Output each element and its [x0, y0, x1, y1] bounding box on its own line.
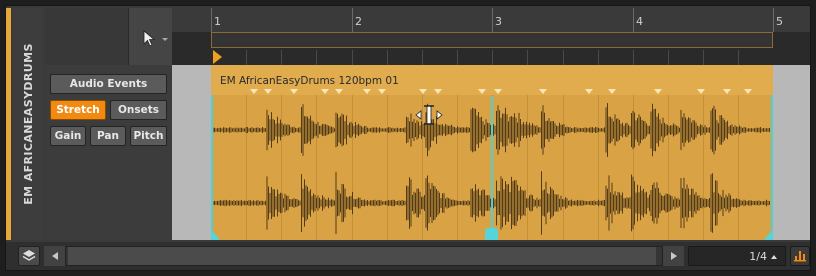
loop-grid-line: [352, 50, 353, 65]
loop-grid-line: [703, 50, 704, 65]
loop-region[interactable]: [211, 32, 773, 48]
loop-grid-line: [563, 50, 564, 65]
pointer-icon: [143, 30, 156, 47]
ruler-bar-3: 3: [495, 15, 502, 28]
ruler-tick: [633, 8, 634, 32]
ruler-tick: [492, 8, 493, 32]
onset-marker[interactable]: [363, 89, 371, 94]
onset-marker[interactable]: [608, 89, 616, 94]
layers-button[interactable]: [18, 246, 40, 266]
onset-marker[interactable]: [335, 89, 343, 94]
loop-grid-line: [598, 50, 599, 65]
clip-start-handle[interactable]: [211, 229, 220, 240]
onset-marker[interactable]: [250, 89, 258, 94]
onset-marker[interactable]: [321, 89, 329, 94]
scroll-left-button[interactable]: [44, 246, 66, 266]
loop-start-marker[interactable]: [213, 50, 222, 64]
ruler-bar-1: 1: [214, 15, 221, 28]
loop-grid-line: [738, 50, 739, 65]
loop-grid-line: [457, 50, 458, 65]
editor-pre-clip: [172, 65, 211, 240]
track-name: EM AFRICANEASYDRUMS: [21, 43, 35, 205]
onset-marker[interactable]: [723, 89, 731, 94]
arrow-right-icon: [671, 252, 677, 260]
loop-grid-line: [281, 50, 282, 65]
track-color-accent: [6, 8, 11, 240]
clip-start-edge[interactable]: [211, 95, 213, 240]
onset-marker[interactable]: [434, 89, 442, 94]
loop-grid-line: [668, 50, 669, 65]
track-name-strip: EM AFRICANEASYDRUMS: [13, 8, 43, 240]
ruler-bar-4: 4: [636, 15, 643, 28]
stretch-marker-line[interactable]: [491, 96, 493, 240]
editor-post-clip: [773, 65, 810, 240]
loop-grid-line: [316, 50, 317, 65]
loop-grid-line: [422, 50, 423, 65]
pan-button[interactable]: Pan: [90, 126, 126, 146]
clip-end-handle[interactable]: [764, 229, 773, 240]
onset-marker[interactable]: [419, 89, 427, 94]
onset-marker[interactable]: [697, 89, 705, 94]
grid-resolution-select[interactable]: 1/4: [688, 246, 786, 266]
onset-marker[interactable]: [744, 89, 752, 94]
clip-title: EM AfricanEasyDrums 120bpm 01: [220, 75, 399, 87]
timeline-ruler[interactable]: 1 2 3 4 5: [172, 8, 810, 32]
loop-grid-line: [527, 50, 528, 65]
ruler-bar-5: 5: [776, 15, 783, 28]
chevron-up-icon: [771, 255, 777, 259]
onset-marker[interactable]: [264, 89, 272, 94]
loop-grid-line: [246, 50, 247, 65]
onset-marker[interactable]: [290, 89, 298, 94]
onset-marker[interactable]: [654, 89, 662, 94]
arrow-left-icon: [52, 252, 58, 260]
ruler-bar-2: 2: [355, 15, 362, 28]
gain-button[interactable]: Gain: [50, 126, 86, 146]
scroll-right-button[interactable]: [662, 246, 684, 266]
onset-marker[interactable]: [494, 89, 502, 94]
tool-selector[interactable]: [128, 8, 172, 65]
snap-button[interactable]: [790, 246, 810, 266]
scrollbar-thumb[interactable]: [68, 247, 656, 265]
stretch-cursor-icon: [415, 105, 443, 125]
clip-end-edge[interactable]: [771, 95, 773, 240]
onset-marker[interactable]: [478, 89, 486, 94]
loop-grid-line: [387, 50, 388, 65]
loop-grid-line: [492, 50, 493, 65]
layers-icon: [22, 250, 36, 261]
onset-marker[interactable]: [378, 89, 386, 94]
ruler-tick: [773, 8, 774, 32]
stretch-button[interactable]: Stretch: [50, 100, 106, 120]
grid-resolution-value: 1/4: [749, 250, 767, 263]
ruler-tick: [352, 8, 353, 32]
chevron-down-icon: [162, 38, 168, 41]
audio-events-button[interactable]: Audio Events: [50, 74, 167, 94]
onset-marker[interactable]: [585, 89, 593, 94]
stretch-marker-handle[interactable]: [485, 228, 498, 240]
snap-icon: [794, 251, 806, 262]
loop-grid-line: [633, 50, 634, 65]
ruler-tick: [211, 8, 212, 32]
onsets-button[interactable]: Onsets: [110, 100, 167, 120]
pitch-button[interactable]: Pitch: [130, 126, 167, 146]
onset-marker[interactable]: [539, 89, 547, 94]
